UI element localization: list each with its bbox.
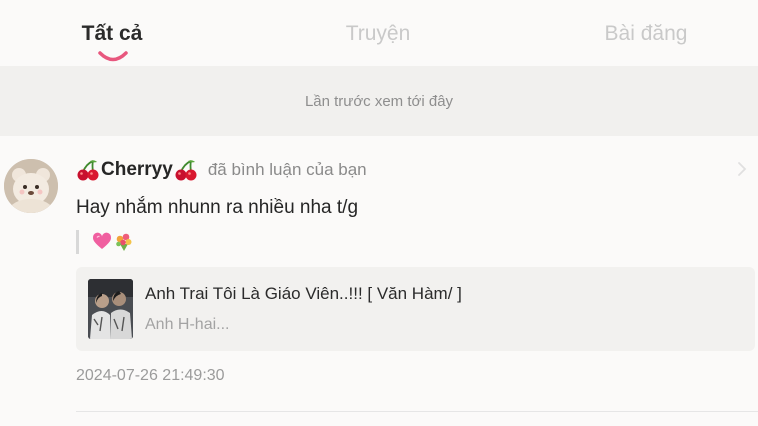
story-title: Anh Trai Tôi Là Giáo Viên..!!! [ Văn Hàm…	[145, 284, 462, 303]
story-cover-icon	[88, 279, 133, 339]
story-card[interactable]: Anh Trai Tôi Là Giáo Viên..!!! [ Văn Hàm…	[76, 267, 755, 351]
tab-bar: Tất cả Truyện Bài đăng	[0, 0, 758, 66]
story-cover-image[interactable]	[88, 279, 133, 339]
chevron-right-icon[interactable]	[736, 160, 748, 178]
bear-avatar-icon	[4, 159, 58, 213]
tab-posts[interactable]: Bài đăng	[605, 22, 688, 46]
timestamp: 2024-07-26 21:49:30	[76, 367, 225, 384]
item-divider	[76, 411, 758, 412]
notification-action: đã bình luận của bạn	[207, 160, 367, 179]
avatar[interactable]	[4, 159, 58, 213]
tab-all[interactable]: Tất cả	[82, 22, 143, 46]
active-tab-indicator	[98, 51, 128, 62]
tab-stories[interactable]: Truyện	[346, 22, 411, 46]
story-excerpt: Anh H-hai...	[145, 316, 230, 333]
quoted-reply	[76, 230, 134, 254]
username[interactable]: Cherryy	[101, 159, 173, 181]
comment-text: Hay nhắm nhunn ra nhiều nha t/g	[76, 197, 359, 218]
cherry-icon	[77, 160, 99, 181]
pink-heart-icon	[92, 232, 112, 249]
last-viewed-label: Lần trước xem tới đây	[304, 93, 454, 110]
notification-header: Cherryy đã bình luận của bạn	[76, 158, 367, 182]
last-viewed-divider: Lần trước xem tới đây	[0, 66, 758, 136]
cherry-icon	[175, 160, 197, 181]
bouquet-icon	[116, 233, 132, 251]
notification-item[interactable]: Cherryy đã bình luận của bạn Hay nhắm nh…	[0, 136, 758, 426]
